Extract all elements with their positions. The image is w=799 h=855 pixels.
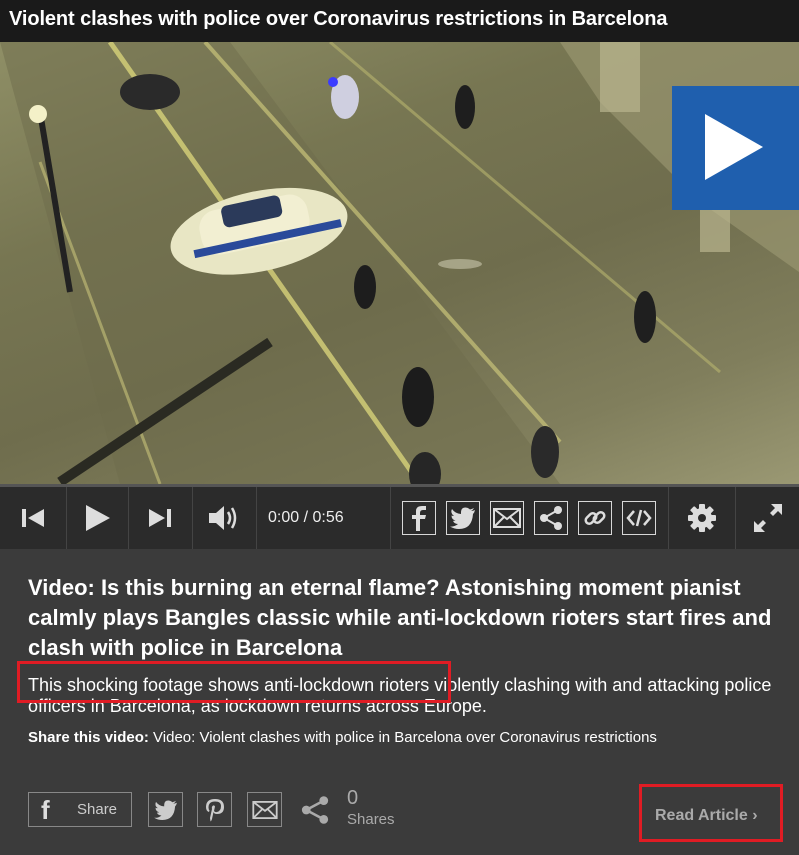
email-icon	[493, 508, 521, 528]
big-play-button[interactable]	[672, 86, 799, 210]
player-controls: 0:00 / 0:56	[0, 487, 799, 549]
highlight-box	[17, 661, 451, 703]
read-article-text: Read Article	[655, 807, 748, 824]
divider	[256, 487, 257, 549]
fullscreen-button[interactable]	[736, 487, 799, 549]
embed-button[interactable]	[622, 501, 656, 535]
embed-icon	[626, 509, 652, 527]
pinterest-icon	[205, 798, 224, 821]
volume-button[interactable]	[193, 487, 255, 549]
read-article-label: Read Article ›	[655, 807, 758, 825]
share-icon	[301, 796, 329, 824]
time-duration: 0:56	[312, 509, 344, 526]
play-button[interactable]	[67, 487, 127, 549]
chevron-right-icon: ›	[752, 807, 758, 824]
video-title: Violent clashes with police over Coronav…	[9, 8, 668, 30]
email-share-button[interactable]	[490, 501, 524, 535]
share-this-video: Share this video: Video: Violent clashes…	[28, 729, 768, 746]
read-article-button[interactable]: Read Article ›	[639, 784, 783, 842]
email-share-button[interactable]	[247, 792, 282, 827]
share-count: 0	[347, 787, 359, 809]
twitter-icon	[153, 799, 177, 820]
time-display: 0:00 / 0:56	[268, 509, 344, 527]
share-icon	[540, 506, 562, 530]
next-button[interactable]	[129, 487, 191, 549]
twitter-share-button[interactable]	[446, 501, 480, 535]
video-frame[interactable]	[0, 42, 799, 484]
volume-icon	[209, 506, 237, 530]
video-info-panel: Video: Is this burning an eternal flame?…	[0, 549, 799, 855]
video-title-bar: Violent clashes with police over Coronav…	[0, 0, 799, 42]
time-separator: /	[303, 509, 309, 526]
share-more-button[interactable]	[300, 795, 330, 830]
play-icon	[86, 505, 110, 531]
play-icon	[705, 114, 763, 180]
twitter-icon	[450, 507, 475, 529]
settings-button[interactable]	[669, 487, 735, 549]
twitter-share-button[interactable]	[148, 792, 183, 827]
facebook-icon	[412, 506, 426, 531]
facebook-icon: f	[41, 795, 50, 825]
share-video-title: Video: Violent clashes with police in Ba…	[148, 729, 657, 746]
divider	[390, 487, 391, 549]
article-headline: Video: Is this burning an eternal flame?…	[28, 575, 772, 660]
previous-button[interactable]	[0, 487, 66, 549]
gear-icon	[688, 504, 716, 532]
facebook-share-button[interactable]	[402, 501, 436, 535]
pinterest-share-button[interactable]	[197, 792, 232, 827]
email-icon	[251, 800, 278, 819]
share-count-label: Shares	[347, 811, 395, 828]
link-icon	[584, 510, 606, 526]
facebook-share-label: Share	[77, 801, 118, 818]
skip-back-icon	[22, 509, 44, 527]
video-player-embed: Violent clashes with police over Coronav…	[0, 0, 799, 855]
fullscreen-icon	[753, 504, 782, 532]
facebook-share-button[interactable]: f Share	[28, 792, 132, 827]
skip-forward-icon	[149, 509, 171, 527]
share-button[interactable]	[534, 501, 568, 535]
link-button[interactable]	[578, 501, 612, 535]
share-prefix: Share this video:	[28, 729, 149, 746]
time-current: 0:00	[268, 509, 300, 526]
